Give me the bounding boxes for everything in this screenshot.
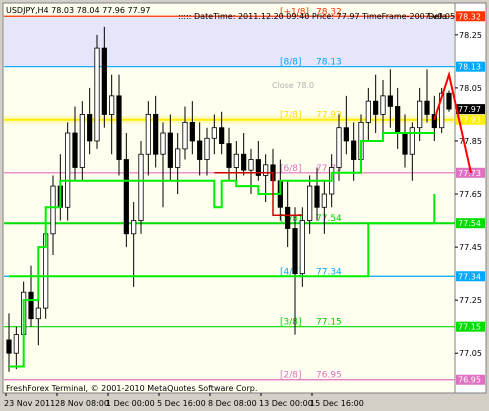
current-price-text: 77.97 <box>458 105 481 114</box>
candle-body <box>343 127 349 142</box>
close-marker-label: Close 78.0 <box>272 81 314 90</box>
upper-zone-band <box>4 16 454 67</box>
candle-body <box>321 193 327 208</box>
level-value: 77.93 <box>316 111 342 121</box>
candle-body <box>409 127 415 155</box>
time-tick-label: 28 Nov 08:00 <box>55 399 109 408</box>
candle-body <box>79 114 85 168</box>
level-value: 77.54 <box>316 214 342 224</box>
candle-body <box>94 47 100 142</box>
candle-body <box>123 159 129 235</box>
price-tick-label: 78.25 <box>459 31 482 40</box>
candle-body <box>6 339 12 354</box>
candle-body <box>28 291 34 320</box>
candle-body <box>395 106 401 134</box>
price-tick-label: 77.65 <box>459 190 482 199</box>
candle-body <box>204 137 210 160</box>
level-label: [8/8] <box>280 58 302 68</box>
price-tick-label: 77.45 <box>459 243 482 252</box>
candle-body <box>446 92 452 110</box>
candle-body <box>131 220 137 235</box>
level-axis-tag-text: 78.32 <box>458 12 481 21</box>
candle-body <box>153 114 159 155</box>
level-label: [2/8] <box>280 371 302 381</box>
time-tick-label: 8 Dec 08:00 <box>208 399 257 408</box>
candle-body <box>373 100 379 115</box>
price-tick-label: 78.05 <box>459 84 482 93</box>
candle-body <box>424 100 430 115</box>
candle-body <box>336 127 342 168</box>
candle-body <box>35 307 41 320</box>
level-axis-tag-text: 76.95 <box>458 376 481 385</box>
candle-body <box>402 132 408 155</box>
price-tick-label: 77.25 <box>459 296 482 305</box>
level-axis-tag-text: 77.54 <box>458 219 481 228</box>
candle-body <box>263 164 269 176</box>
candle-body <box>299 220 305 275</box>
candle-body <box>167 132 173 168</box>
candle-body <box>233 153 239 168</box>
candle-body <box>109 95 115 115</box>
level-axis-tag-text: 77.15 <box>458 323 481 332</box>
info-overflow: Defa <box>428 12 447 21</box>
level-value: 77.15 <box>316 318 342 328</box>
candle-body <box>241 153 247 171</box>
chart-canvas[interactable]: [+1/8] 78.32 78.32[8/8] 78.13 78.13[7/8] 77.9… <box>0 0 489 411</box>
candle-body <box>13 334 19 354</box>
candle-body <box>211 127 217 139</box>
copyright-text: FreshForex Terminal, © 2001-2010 MetaQuo… <box>6 384 257 393</box>
level-label: [3/8] <box>280 318 302 328</box>
price-tick-label: 77.05 <box>459 349 482 358</box>
candle-body <box>248 159 254 171</box>
candle-body <box>138 153 144 221</box>
level-axis-tag-text: 78.13 <box>458 63 481 72</box>
level-label: [7/8] <box>280 111 302 121</box>
candle-body <box>116 95 122 160</box>
candle-body <box>145 114 151 155</box>
candle-body <box>292 228 298 275</box>
candle-body <box>387 95 393 107</box>
candle-body <box>50 185 56 235</box>
candle-body <box>175 148 181 168</box>
candle-body <box>314 185 320 208</box>
candle-body <box>197 140 203 160</box>
candle-body <box>380 95 386 115</box>
candle-body <box>365 100 371 123</box>
candle-body <box>226 143 232 168</box>
candle-body <box>72 132 78 168</box>
level-label: [6/8] <box>280 164 302 174</box>
candle-body <box>219 127 225 145</box>
candle-body <box>307 185 313 221</box>
symbol-title: USDJPY,H4 78.03 78.04 77.96 77.97 <box>6 6 150 15</box>
info-line: ::::: DateTime: 2011.12.20 09:40 Price: … <box>178 12 455 21</box>
time-tick-label: 13 Dec 00:00 <box>259 399 313 408</box>
level-value: 78.13 <box>316 58 342 68</box>
time-tick-label: 15 Dec 16:00 <box>310 399 364 408</box>
time-tick-label: 5 Dec 16:00 <box>157 399 206 408</box>
time-tick-label: 1 Dec 00:00 <box>106 399 155 408</box>
level-value: 76.95 <box>316 371 342 381</box>
candle-body <box>351 140 357 160</box>
candle-body <box>417 100 423 129</box>
candle-body <box>160 132 166 155</box>
candle-body <box>189 121 195 142</box>
candle-body <box>87 114 93 142</box>
time-tick-label: 23 Nov 2011 <box>4 399 55 408</box>
candle-body <box>101 47 107 115</box>
level-axis-tag-text: 77.93 <box>458 116 481 125</box>
candle-body <box>65 132 71 208</box>
candle-body <box>285 206 291 229</box>
chart-window[interactable]: [+1/8] 78.32 78.32 [8/8] 78.13 78.13 [7/8] 77.9… <box>0 0 489 411</box>
level-axis-tag-text: 77.34 <box>458 272 481 281</box>
candle-body <box>182 121 188 150</box>
